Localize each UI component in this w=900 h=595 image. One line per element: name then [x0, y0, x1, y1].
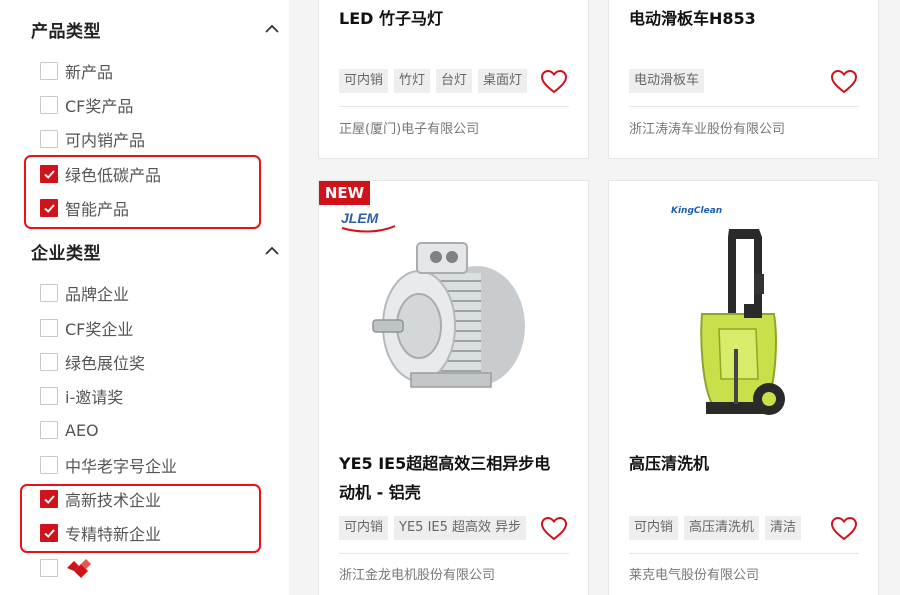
product-card[interactable]: 电动滑板车H853 电动滑板车 浙江涛涛车业股份有限公司	[608, 0, 879, 159]
check-icon	[43, 494, 55, 504]
product-image[interactable]	[359, 221, 554, 406]
tag-list: 电动滑板车	[629, 69, 826, 93]
divider	[339, 106, 569, 107]
product-title[interactable]: 电动滑板车H853	[629, 4, 854, 33]
checkbox[interactable]	[40, 559, 58, 577]
checkbox[interactable]	[40, 353, 58, 371]
product-tag[interactable]: 台灯	[436, 69, 473, 93]
product-type-header[interactable]: 产品类型	[31, 14, 281, 44]
filter-option-label: CF奖产品	[65, 97, 134, 116]
heart-icon[interactable]	[830, 69, 858, 95]
brand-mark-icon	[67, 559, 91, 578]
product-tag[interactable]: 竹灯	[394, 69, 431, 93]
checkbox-checked[interactable]	[40, 165, 58, 183]
filter-option-label: 品牌企业	[65, 285, 130, 304]
company-type-title: 企业类型	[31, 243, 101, 264]
product-tag[interactable]: 电动滑板车	[629, 69, 705, 93]
tag-list: 可内销 竹灯 台灯 桌面灯	[339, 69, 536, 93]
checkbox[interactable]	[40, 387, 58, 405]
product-tag[interactable]: 可内销	[629, 516, 679, 540]
heart-icon[interactable]	[540, 516, 568, 542]
company-name[interactable]: 浙江金龙电机股份有限公司	[339, 564, 495, 583]
filter-option-new-product[interactable]: 新产品	[40, 58, 113, 84]
filter-option-high-tech[interactable]: 高新技术企业	[40, 486, 161, 512]
heart-icon[interactable]	[830, 516, 858, 542]
product-title[interactable]: YE5 IE5超超高效三相异步电动机 - 铝壳	[339, 449, 564, 507]
product-image[interactable]	[684, 219, 804, 429]
filter-option-cf-award-product[interactable]: CF奖产品	[40, 92, 133, 118]
product-tag[interactable]: 高压清洗机	[684, 516, 760, 540]
company-logo: KingClean	[671, 206, 723, 216]
divider	[339, 553, 569, 554]
checkbox[interactable]	[40, 284, 58, 302]
check-icon	[43, 528, 55, 538]
filter-sidebar: 产品类型 新产品 CF奖产品 可内销产品 绿色低碳产品 智能产品 企业类型 品牌…	[0, 0, 289, 595]
filter-option-cf-award-company[interactable]: CF奖企业	[40, 315, 133, 341]
checkbox-checked[interactable]	[40, 199, 58, 217]
divider	[629, 553, 859, 554]
company-name[interactable]: 浙江涛涛车业股份有限公司	[629, 118, 785, 137]
new-badge: NEW	[319, 181, 370, 205]
filter-option-time-honored-brand[interactable]: 中华老字号企业	[40, 452, 177, 478]
filter-option-smart-product[interactable]: 智能产品	[40, 195, 129, 221]
product-tag[interactable]: 可内销	[339, 69, 389, 93]
tag-list: 可内销 高压清洗机 清洁	[629, 516, 826, 540]
filter-option-label: CF奖企业	[65, 320, 134, 339]
filter-option-specialized-new[interactable]: 专精特新企业	[40, 520, 161, 546]
filter-option-label: 可内销产品	[65, 131, 146, 150]
company-type-header[interactable]: 企业类型	[31, 236, 281, 266]
filter-option-label: 智能产品	[65, 200, 130, 219]
checkbox[interactable]	[40, 96, 58, 114]
filter-option-green-low-carbon[interactable]: 绿色低碳产品	[40, 161, 161, 187]
filter-option-brand-company[interactable]: 品牌企业	[40, 280, 129, 306]
checkbox[interactable]	[40, 319, 58, 337]
filter-option-green-booth-award[interactable]: 绿色展位奖	[40, 349, 145, 375]
product-tag[interactable]: 桌面灯	[478, 69, 528, 93]
product-card[interactable]: NEW JLEM YE5 IE5超超高效三相异步电动机 - 铝壳 可内销 YE5…	[318, 180, 589, 595]
company-name[interactable]: 莱克电气股份有限公司	[629, 564, 759, 583]
filter-option-label: 新产品	[65, 63, 114, 82]
filter-option-i-invite-award[interactable]: i-邀请奖	[40, 383, 123, 409]
checkbox-checked[interactable]	[40, 490, 58, 508]
product-tag[interactable]: 可内销	[339, 516, 389, 540]
checkbox[interactable]	[40, 62, 58, 80]
check-icon	[43, 203, 55, 213]
product-tag[interactable]: YE5 IE5 超高效 异步	[394, 516, 527, 540]
checkbox[interactable]	[40, 130, 58, 148]
checkbox[interactable]	[40, 456, 58, 474]
divider	[629, 106, 859, 107]
filter-option-label: 绿色低碳产品	[65, 166, 162, 185]
product-card[interactable]: KingClean 高压清洗机 可内销 高压清洗机 清洁 莱克电气股份有限公司	[608, 180, 879, 595]
filter-option-domestic-sale[interactable]: 可内销产品	[40, 126, 145, 152]
product-tag[interactable]: 清洁	[765, 516, 802, 540]
filter-option-label: AEO	[65, 420, 99, 440]
checkbox[interactable]	[40, 421, 58, 439]
filter-option-aeo[interactable]: AEO	[40, 417, 99, 443]
check-icon	[43, 169, 55, 179]
chevron-up-icon[interactable]	[263, 20, 281, 38]
checkbox-checked[interactable]	[40, 524, 58, 542]
filter-option-label: 中华老字号企业	[65, 457, 178, 476]
product-title[interactable]: 高压清洗机	[629, 449, 854, 478]
filter-option-label: 专精特新企业	[65, 525, 162, 544]
tag-list: 可内销 YE5 IE5 超高效 异步	[339, 516, 536, 540]
filter-option-label: 高新技术企业	[65, 491, 162, 510]
product-card[interactable]: LED 竹子马灯 可内销 竹灯 台灯 桌面灯 正屋(厦门)电子有限公司	[318, 0, 589, 159]
filter-option-label: i-邀请奖	[65, 388, 124, 407]
chevron-up-icon[interactable]	[263, 242, 281, 260]
filter-option-label: 绿色展位奖	[65, 354, 146, 373]
company-name[interactable]: 正屋(厦门)电子有限公司	[339, 118, 479, 137]
heart-icon[interactable]	[540, 69, 568, 95]
filter-option-brand-mark[interactable]	[40, 555, 93, 581]
product-title[interactable]: LED 竹子马灯	[339, 4, 564, 33]
product-type-title: 产品类型	[31, 21, 101, 42]
